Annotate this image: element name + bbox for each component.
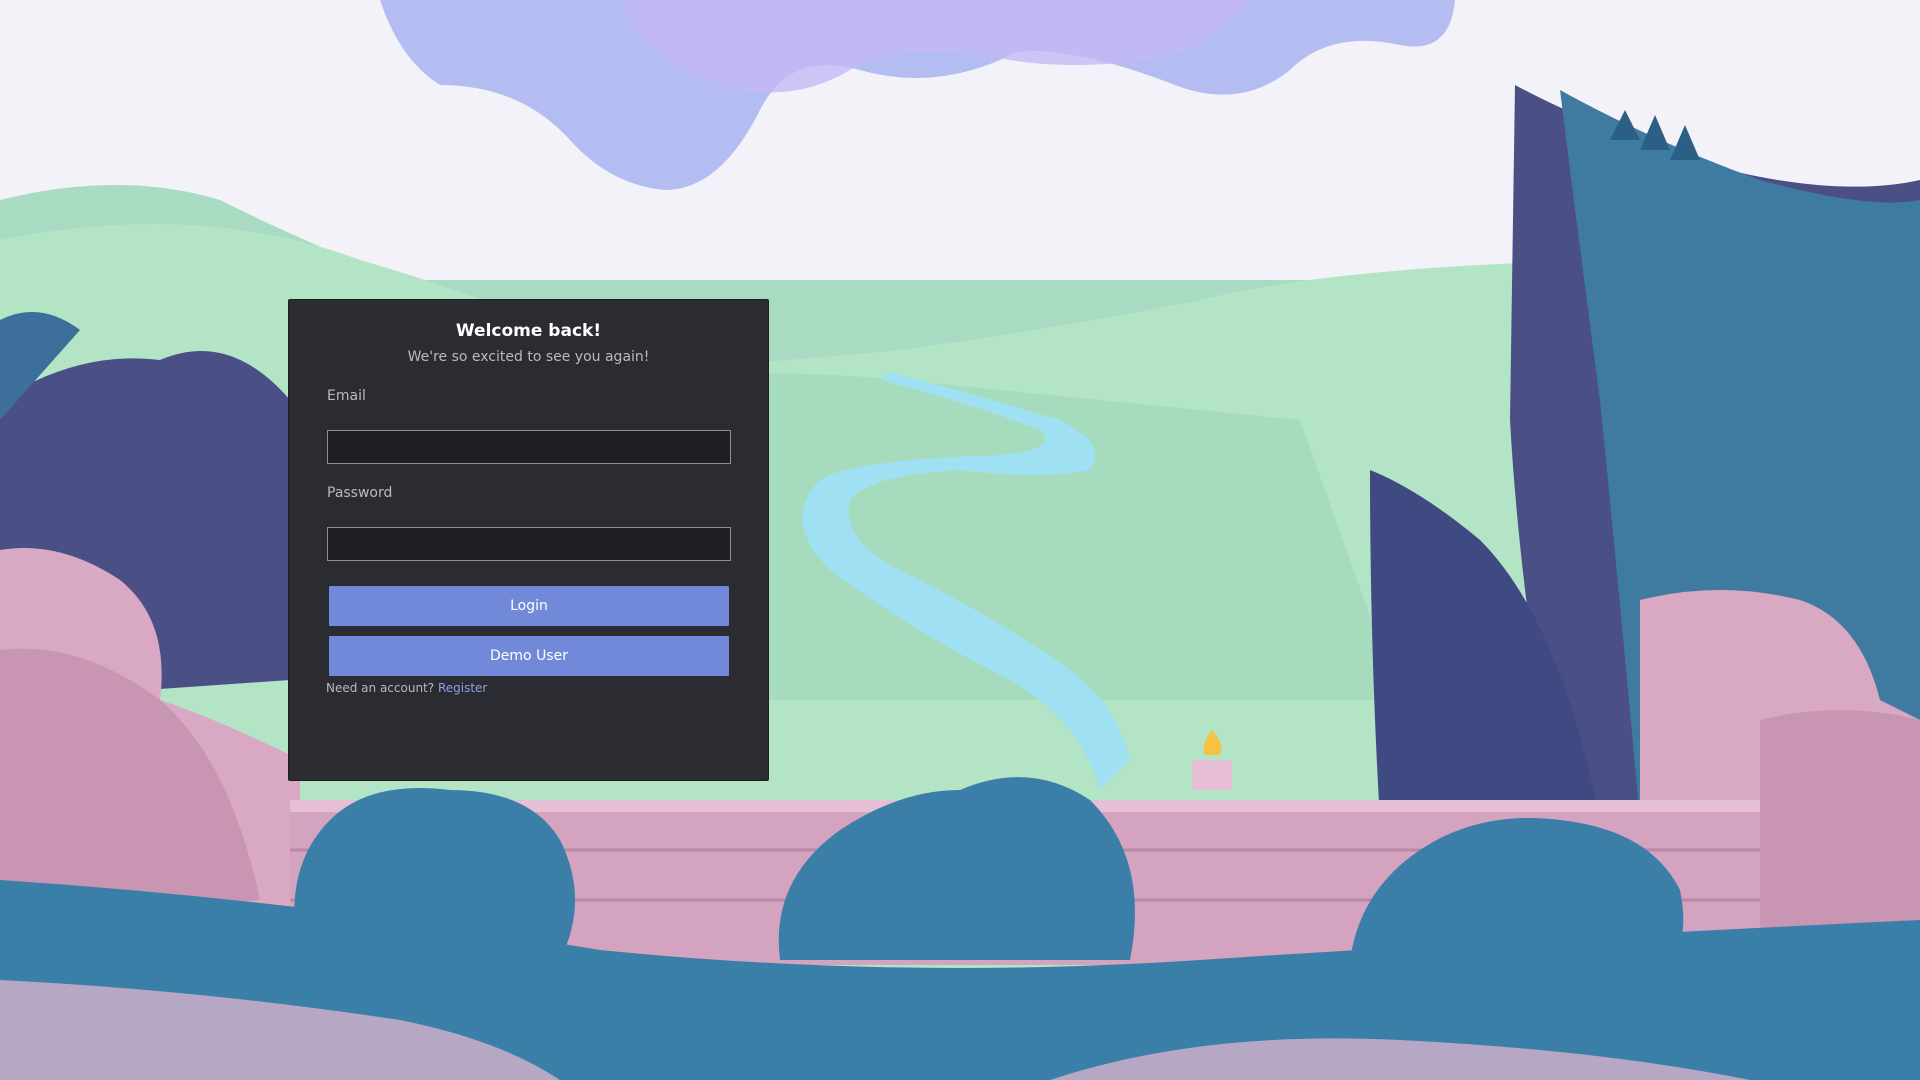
password-field[interactable] bbox=[327, 527, 731, 561]
login-title: Welcome back! bbox=[455, 321, 602, 341]
login-subtitle: We're so excited to see you again! bbox=[407, 349, 650, 365]
password-label: Password bbox=[327, 485, 393, 501]
demo-user-button[interactable]: Demo User bbox=[329, 636, 729, 676]
register-prompt: Need an account? bbox=[326, 681, 435, 695]
login-button[interactable]: Login bbox=[329, 586, 729, 626]
email-field[interactable] bbox=[327, 430, 731, 464]
login-card: Welcome back! We're so excited to see yo… bbox=[288, 299, 769, 781]
email-label: Email bbox=[327, 388, 366, 404]
register-prompt-line: Need an account? Register bbox=[326, 681, 487, 695]
register-link[interactable]: Register bbox=[438, 681, 487, 695]
